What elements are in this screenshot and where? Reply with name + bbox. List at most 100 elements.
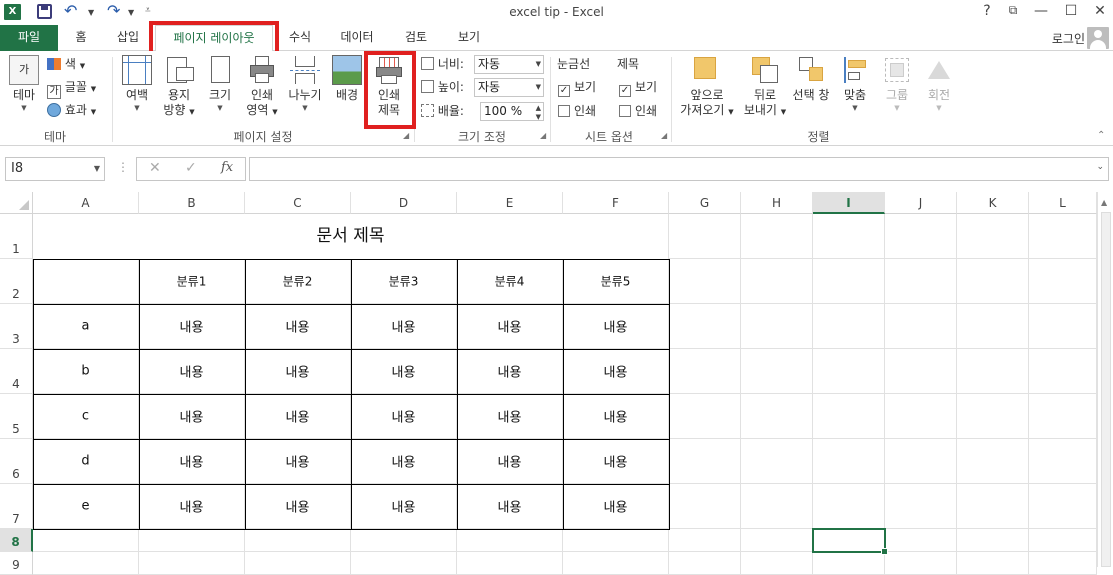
tab-formulas[interactable]: 수식 bbox=[283, 25, 317, 51]
cell[interactable] bbox=[741, 349, 813, 394]
table-cell[interactable]: 내용 bbox=[563, 439, 669, 484]
table-cell[interactable]: 내용 bbox=[245, 349, 351, 394]
spin-down-icon[interactable]: ▼ bbox=[536, 109, 541, 126]
cell[interactable] bbox=[885, 349, 957, 394]
print-area-button[interactable]: 인쇄 영역 ▼ bbox=[243, 55, 281, 120]
cell[interactable] bbox=[957, 304, 1029, 349]
align-button[interactable]: 맞춤 ▼ bbox=[838, 55, 872, 113]
row-header-8[interactable]: 8 bbox=[0, 529, 33, 552]
vertical-scrollbar[interactable]: ▲ bbox=[1097, 192, 1113, 567]
table-cell[interactable]: 내용 bbox=[351, 439, 457, 484]
cell[interactable] bbox=[957, 439, 1029, 484]
scroll-up-icon[interactable]: ▲ bbox=[1101, 198, 1107, 207]
table-cell[interactable]: c bbox=[33, 394, 139, 439]
column-header-c[interactable]: C bbox=[245, 192, 351, 214]
size-button[interactable]: 크기 ▼ bbox=[203, 55, 237, 113]
table-header-cell[interactable]: 분류2 bbox=[245, 259, 351, 304]
cell[interactable] bbox=[813, 394, 885, 439]
table-header-cell[interactable]: 분류5 bbox=[563, 259, 669, 304]
cell[interactable] bbox=[741, 394, 813, 439]
table-cell[interactable]: 내용 bbox=[245, 439, 351, 484]
column-header-h[interactable]: H bbox=[741, 192, 813, 214]
table-cell[interactable]: 내용 bbox=[563, 349, 669, 394]
collapse-ribbon-icon[interactable]: ⌃ bbox=[1097, 130, 1105, 141]
cell[interactable] bbox=[813, 304, 885, 349]
cell[interactable] bbox=[957, 259, 1029, 304]
sheet-title[interactable]: 문서 제목 bbox=[33, 214, 668, 259]
table-cell[interactable]: 내용 bbox=[245, 484, 351, 529]
table-cell[interactable]: d bbox=[33, 439, 139, 484]
themes-button[interactable]: 가 테마 ▼ bbox=[5, 55, 43, 113]
selection-pane-button[interactable]: 선택 창 bbox=[790, 55, 832, 103]
table-cell[interactable]: 내용 bbox=[457, 349, 563, 394]
cell[interactable] bbox=[457, 552, 563, 575]
cell[interactable] bbox=[741, 214, 813, 259]
table-cell[interactable]: 내용 bbox=[139, 394, 245, 439]
cell[interactable] bbox=[245, 552, 351, 575]
height-select[interactable]: 자동 ▼ bbox=[474, 78, 544, 97]
gridlines-view-checkbox[interactable]: ✓ 보기 bbox=[558, 77, 596, 97]
table-header-cell[interactable]: 분류1 bbox=[139, 259, 245, 304]
cell[interactable] bbox=[957, 214, 1029, 259]
cell[interactable] bbox=[139, 552, 245, 575]
table-cell[interactable]: 내용 bbox=[457, 484, 563, 529]
selected-cell[interactable] bbox=[812, 528, 888, 555]
help-button[interactable]: ? bbox=[977, 3, 997, 19]
row-header-3[interactable]: 3 bbox=[0, 304, 33, 349]
theme-effects-button[interactable]: 효과 ▼ bbox=[47, 100, 96, 120]
cell[interactable] bbox=[885, 259, 957, 304]
cell[interactable] bbox=[563, 552, 669, 575]
column-header-j[interactable]: J bbox=[885, 192, 957, 214]
cell[interactable] bbox=[741, 259, 813, 304]
cell[interactable] bbox=[885, 552, 957, 575]
cell[interactable] bbox=[885, 529, 957, 552]
gridlines-print-checkbox[interactable]: 인쇄 bbox=[558, 101, 596, 121]
table-cell[interactable]: 내용 bbox=[139, 484, 245, 529]
minimize-button[interactable]: — bbox=[1031, 3, 1051, 19]
cell[interactable] bbox=[563, 529, 669, 552]
enter-icon[interactable]: ✓ bbox=[185, 160, 197, 176]
cell[interactable] bbox=[813, 214, 885, 259]
rotate-button[interactable]: 회전 ▼ bbox=[921, 55, 957, 113]
tab-file[interactable]: 파일 bbox=[0, 25, 58, 51]
cell[interactable] bbox=[813, 552, 885, 575]
expand-formula-bar-icon[interactable]: ⌄ bbox=[1096, 162, 1104, 172]
tab-insert[interactable]: 삽입 bbox=[110, 25, 146, 51]
headings-print-checkbox[interactable]: 인쇄 bbox=[619, 101, 657, 121]
table-cell[interactable]: 내용 bbox=[563, 484, 669, 529]
cell[interactable] bbox=[885, 394, 957, 439]
table-cell[interactable]: e bbox=[33, 484, 139, 529]
row-header-4[interactable]: 4 bbox=[0, 349, 33, 394]
column-header-b[interactable]: B bbox=[139, 192, 245, 214]
cell[interactable] bbox=[1029, 304, 1097, 349]
send-backward-button[interactable]: 뒤로 보내기 ▼ bbox=[740, 55, 790, 120]
tab-data[interactable]: 데이터 bbox=[334, 25, 380, 51]
tab-review[interactable]: 검토 bbox=[398, 25, 434, 51]
cell[interactable] bbox=[741, 439, 813, 484]
cell[interactable] bbox=[813, 259, 885, 304]
cell[interactable] bbox=[33, 552, 139, 575]
width-select[interactable]: 자동 ▼ bbox=[474, 55, 544, 74]
background-button[interactable]: 배경 bbox=[330, 55, 364, 103]
table-header-cell[interactable]: 분류4 bbox=[457, 259, 563, 304]
orientation-button[interactable]: 용지 방향 ▼ bbox=[160, 55, 198, 120]
scale-spinner[interactable]: 100 % ▲ ▼ bbox=[480, 102, 544, 121]
scale-launcher-icon[interactable]: ◢ bbox=[540, 131, 546, 140]
avatar[interactable] bbox=[1087, 27, 1109, 49]
cell[interactable] bbox=[457, 529, 563, 552]
cell[interactable] bbox=[351, 529, 457, 552]
cell[interactable] bbox=[1029, 349, 1097, 394]
cell[interactable] bbox=[669, 349, 741, 394]
table-cell[interactable]: 내용 bbox=[351, 349, 457, 394]
breaks-button[interactable]: 나누기 ▼ bbox=[285, 55, 325, 113]
cell[interactable] bbox=[351, 552, 457, 575]
table-cell[interactable]: 내용 bbox=[245, 394, 351, 439]
cell[interactable] bbox=[1029, 439, 1097, 484]
sign-in-link[interactable]: 로그인 bbox=[1052, 30, 1085, 47]
row-header-9[interactable]: 9 bbox=[0, 552, 33, 575]
table-cell[interactable]: b bbox=[33, 349, 139, 394]
name-box[interactable]: I8 ▼ bbox=[5, 157, 105, 181]
scrollbar-thumb[interactable] bbox=[1101, 212, 1111, 567]
select-all-button[interactable] bbox=[0, 192, 33, 214]
cell[interactable] bbox=[669, 214, 741, 259]
